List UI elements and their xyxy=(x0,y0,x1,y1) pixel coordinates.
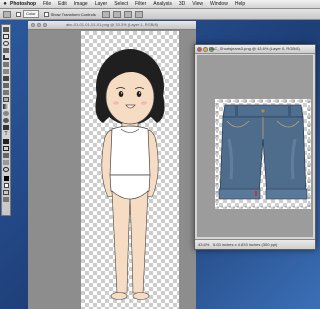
document-title: DAC_Shortsjeans3.png @ 43.6% (Layer 0, R… xyxy=(209,46,300,51)
menu-3d[interactable]: 3D xyxy=(179,0,185,8)
screen-mode-icon[interactable] xyxy=(3,197,9,202)
menu-edit[interactable]: Edit xyxy=(58,0,67,8)
document-title-bar[interactable]: abc-01-01-01-01-01.png @ 33.3% (Layer 1,… xyxy=(28,21,196,30)
healing-brush-tool-icon[interactable] xyxy=(3,69,9,74)
paper-doll-girl-image xyxy=(95,49,165,300)
background-color-swatch[interactable] xyxy=(3,183,9,188)
clone-stamp-tool-icon[interactable] xyxy=(3,83,9,88)
3d-rotate-tool-icon[interactable] xyxy=(3,153,9,158)
align-top-icon[interactable] xyxy=(101,10,110,18)
menu-layer[interactable]: Layer xyxy=(95,0,108,8)
brush-tool-icon[interactable] xyxy=(3,76,9,81)
document-status-bar: 43.6% 5.63 inches x 4.833 inches (300 pp… xyxy=(195,239,315,249)
zoom-tool-icon[interactable] xyxy=(3,167,9,172)
menu-filter[interactable]: Filter xyxy=(135,0,146,8)
lasso-tool-icon[interactable] xyxy=(3,41,9,46)
magic-wand-tool-icon[interactable] xyxy=(3,48,9,53)
blur-tool-icon[interactable] xyxy=(3,111,9,116)
canvas-transparent[interactable] xyxy=(81,31,179,309)
menu-photoshop[interactable]: Photoshop xyxy=(10,0,36,8)
move-tool-icon[interactable] xyxy=(3,27,9,32)
shape-tool-icon[interactable] xyxy=(3,146,9,151)
align-bottom-icon[interactable] xyxy=(123,10,132,18)
menu-image[interactable]: Image xyxy=(74,0,88,8)
close-icon[interactable] xyxy=(197,47,202,52)
apple-icon[interactable]: ● xyxy=(0,1,10,7)
marquee-tool-icon[interactable] xyxy=(3,34,9,39)
document-title-bar[interactable]: DAC_Shortsjeans3.png @ 43.6% (Layer 0, R… xyxy=(195,45,315,54)
align-middle-icon[interactable] xyxy=(112,10,121,18)
document-workspace[interactable] xyxy=(197,55,313,237)
canvas-transparent[interactable] xyxy=(215,99,311,209)
path-selection-tool-icon[interactable] xyxy=(3,139,9,144)
tools-panel: T xyxy=(1,24,11,216)
minimize-icon[interactable] xyxy=(203,47,208,52)
menu-analysis[interactable]: Analysis xyxy=(153,0,172,8)
document-window-girl: abc-01-01-01-01-01.png @ 33.3% (Layer 1,… xyxy=(28,21,196,309)
menu-bar: ● Photoshop File Edit Image Layer Select… xyxy=(0,0,320,9)
menu-window[interactable]: Window xyxy=(210,0,228,8)
menu-view[interactable]: View xyxy=(192,0,203,8)
menu-file[interactable]: File xyxy=(43,0,51,8)
show-transform-label: Show Transform Controls xyxy=(50,11,96,17)
show-transform-checkbox[interactable] xyxy=(43,11,49,17)
move-tool-icon[interactable] xyxy=(3,10,11,18)
eyedropper-tool-icon[interactable] xyxy=(3,62,9,67)
document-title: abc-01-01-01-01-01.png @ 33.3% (Layer 1,… xyxy=(65,22,159,27)
quick-mask-icon[interactable] xyxy=(3,190,9,195)
crop-tool-icon[interactable] xyxy=(3,55,9,60)
type-tool-icon[interactable]: T xyxy=(3,132,9,137)
hand-tool-icon[interactable] xyxy=(3,160,9,165)
document-info: 5.63 inches x 4.833 inches (300 ppi) xyxy=(213,242,278,247)
options-bar: Color Show Transform Controls xyxy=(0,9,320,20)
history-brush-tool-icon[interactable] xyxy=(3,90,9,95)
gradient-tool-icon[interactable] xyxy=(3,104,9,109)
eraser-tool-icon[interactable] xyxy=(3,97,9,102)
auto-select-checkbox[interactable] xyxy=(16,11,21,17)
distribute-icon[interactable] xyxy=(134,10,143,18)
zoom-level[interactable]: 43.6% xyxy=(198,240,209,249)
foreground-color-swatch[interactable] xyxy=(3,176,9,181)
auto-select-dropdown[interactable]: Color xyxy=(23,10,39,18)
menu-help[interactable]: Help xyxy=(235,0,245,8)
denim-shorts-image xyxy=(216,100,310,208)
pen-tool-icon[interactable] xyxy=(3,125,9,130)
dodge-tool-icon[interactable] xyxy=(3,118,9,123)
menu-select[interactable]: Select xyxy=(114,0,128,8)
document-window-shorts: DAC_Shortsjeans3.png @ 43.6% (Layer 0, R… xyxy=(194,44,316,250)
